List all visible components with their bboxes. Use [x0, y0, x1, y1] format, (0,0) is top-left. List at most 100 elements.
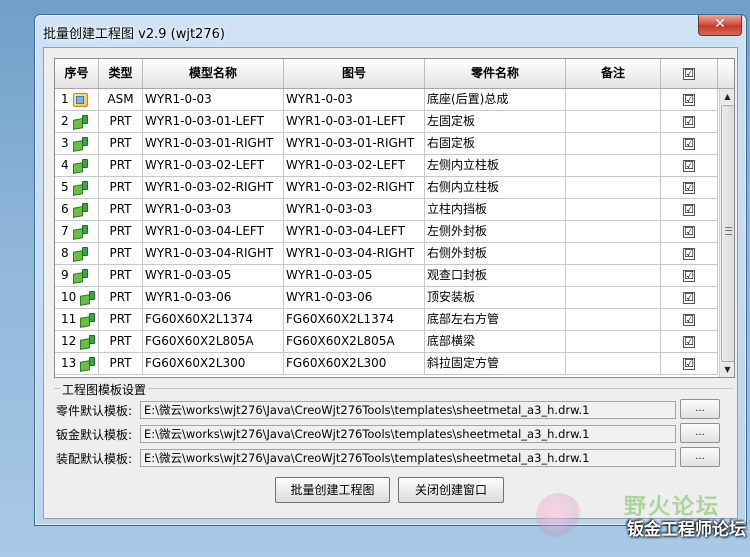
cell-note[interactable]	[566, 221, 661, 242]
col-header-select-all[interactable]: ☑	[661, 59, 718, 88]
cell-model-name[interactable]: FG60X60X2L805A	[143, 331, 284, 352]
cell-model-name[interactable]: FG60X60X2L1374	[143, 309, 284, 330]
scroll-up-arrow-icon[interactable]: ▲	[720, 89, 734, 104]
batch-create-button[interactable]: 批量创建工程图	[275, 477, 390, 503]
cell-drawing-number[interactable]: WYR1-0-03-02-RIGHT	[284, 177, 425, 198]
row-checkbox[interactable]: ☑	[683, 137, 695, 150]
cell-model-name[interactable]: WYR1-0-03-01-RIGHT	[143, 133, 284, 154]
part-template-browse-button[interactable]: ...	[680, 399, 720, 419]
title-bar[interactable]: 批量创建工程图 v2.9 (wjt276) ✕	[35, 15, 746, 49]
row-checkbox[interactable]: ☑	[683, 357, 695, 370]
table-row[interactable]: 13 PRT FG60X60X2L300 FG60X60X2L300 斜拉固定方管 ☑	[55, 353, 718, 375]
cell-drawing-number[interactable]: WYR1-0-03-05	[284, 265, 425, 286]
table-row[interactable]: 2 PRT WYR1-0-03-01-LEFT WYR1-0-03-01-LEFT 左固…	[55, 111, 718, 133]
table-row[interactable]: 6 PRT WYR1-0-03-03 WYR1-0-03-03 立柱内挡板 ☑	[55, 199, 718, 221]
cell-note[interactable]	[566, 177, 661, 198]
cell-part-name[interactable]: 观查口封板	[425, 265, 566, 286]
cell-drawing-number[interactable]: WYR1-0-03-01-RIGHT	[284, 133, 425, 154]
cell-part-name[interactable]: 底座(后置)总成	[425, 89, 566, 110]
cell-note[interactable]	[566, 111, 661, 132]
col-header-part-name[interactable]: 零件名称	[425, 59, 566, 88]
cell-note[interactable]	[566, 133, 661, 154]
row-checkbox[interactable]: ☑	[683, 115, 695, 128]
cell-note[interactable]	[566, 89, 661, 110]
cell-note[interactable]	[566, 309, 661, 330]
cell-part-name[interactable]: 左侧内立柱板	[425, 155, 566, 176]
sheetmetal-template-field[interactable]: E:\微云\works\wjt276\Java\CreoWjt276Tools\…	[140, 425, 676, 443]
cell-part-name[interactable]: 右固定板	[425, 133, 566, 154]
cell-part-name[interactable]: 左侧外封板	[425, 221, 566, 242]
row-checkbox[interactable]: ☑	[683, 291, 695, 304]
cell-note[interactable]	[566, 199, 661, 220]
cell-note[interactable]	[566, 331, 661, 352]
cell-note[interactable]	[566, 287, 661, 308]
cell-drawing-number[interactable]: WYR1-0-03-03	[284, 199, 425, 220]
cell-model-name[interactable]: WYR1-0-03-02-LEFT	[143, 155, 284, 176]
close-window-button[interactable]: ✕	[698, 15, 742, 36]
cell-model-name[interactable]: WYR1-0-03-01-LEFT	[143, 111, 284, 132]
vertical-scrollbar[interactable]: ▲ ▼	[719, 89, 734, 377]
assembly-template-browse-button[interactable]: ...	[680, 447, 720, 467]
cell-part-name[interactable]: 底部左右方管	[425, 309, 566, 330]
table-row[interactable]: 5 PRT WYR1-0-03-02-RIGHT WYR1-0-03-02-RIGHT…	[55, 177, 718, 199]
cell-note[interactable]	[566, 265, 661, 286]
cell-model-name[interactable]: WYR1-0-03-04-RIGHT	[143, 243, 284, 264]
cell-model-name[interactable]: WYR1-0-03-05	[143, 265, 284, 286]
row-checkbox[interactable]: ☑	[683, 225, 695, 238]
cell-model-name[interactable]: WYR1-0-03	[143, 89, 284, 110]
cell-model-name[interactable]: WYR1-0-03-03	[143, 199, 284, 220]
close-create-window-button[interactable]: 关闭创建窗口	[398, 477, 504, 503]
cell-drawing-number[interactable]: WYR1-0-03-06	[284, 287, 425, 308]
row-checkbox[interactable]: ☑	[683, 269, 695, 282]
cell-drawing-number[interactable]: WYR1-0-03	[284, 89, 425, 110]
table-row[interactable]: 10 PRT WYR1-0-03-06 WYR1-0-03-06 顶安装板 ☑	[55, 287, 718, 309]
select-all-checkbox[interactable]: ☑	[683, 67, 695, 80]
cell-part-name[interactable]: 斜拉固定方管	[425, 353, 566, 374]
cell-part-name[interactable]: 顶安装板	[425, 287, 566, 308]
cell-model-name[interactable]: WYR1-0-03-06	[143, 287, 284, 308]
cell-drawing-number[interactable]: FG60X60X2L1374	[284, 309, 425, 330]
row-checkbox[interactable]: ☑	[683, 313, 695, 326]
cell-drawing-number[interactable]: WYR1-0-03-01-LEFT	[284, 111, 425, 132]
row-checkbox[interactable]: ☑	[683, 335, 695, 348]
row-checkbox[interactable]: ☑	[683, 203, 695, 216]
cell-model-name[interactable]: WYR1-0-03-02-RIGHT	[143, 177, 284, 198]
cell-note[interactable]	[566, 155, 661, 176]
assembly-template-field[interactable]: E:\微云\works\wjt276\Java\CreoWjt276Tools\…	[140, 449, 676, 467]
col-header-type[interactable]: 类型	[99, 59, 143, 88]
cell-drawing-number[interactable]: WYR1-0-03-02-LEFT	[284, 155, 425, 176]
cell-drawing-number[interactable]: FG60X60X2L805A	[284, 331, 425, 352]
table-row[interactable]: 1 ASM WYR1-0-03 WYR1-0-03 底座(后置)总成 ☑	[55, 89, 718, 111]
cell-note[interactable]	[566, 353, 661, 374]
col-header-note[interactable]: 备注	[566, 59, 661, 88]
cell-drawing-number[interactable]: WYR1-0-03-04-LEFT	[284, 221, 425, 242]
table-row[interactable]: 7 PRT WYR1-0-03-04-LEFT WYR1-0-03-04-LEFT 左侧…	[55, 221, 718, 243]
cell-drawing-number[interactable]: WYR1-0-03-04-RIGHT	[284, 243, 425, 264]
table-row[interactable]: 11 PRT FG60X60X2L1374 FG60X60X2L1374 底部左右方管 ☑	[55, 309, 718, 331]
cell-part-name[interactable]: 右侧外封板	[425, 243, 566, 264]
row-checkbox[interactable]: ☑	[683, 93, 695, 106]
col-header-drawing-number[interactable]: 图号	[284, 59, 425, 88]
cell-part-name[interactable]: 右侧内立柱板	[425, 177, 566, 198]
cell-part-name[interactable]: 左固定板	[425, 111, 566, 132]
row-checkbox[interactable]: ☑	[683, 181, 695, 194]
col-header-index[interactable]: 序号	[55, 59, 99, 88]
row-checkbox[interactable]: ☑	[683, 247, 695, 260]
table-row[interactable]: 8 PRT WYR1-0-03-04-RIGHT WYR1-0-03-04-RIGHT…	[55, 243, 718, 265]
part-template-field[interactable]: E:\微云\works\wjt276\Java\CreoWjt276Tools\…	[140, 401, 676, 419]
scroll-thumb[interactable]	[721, 105, 734, 362]
col-header-model-name[interactable]: 模型名称	[143, 59, 284, 88]
table-row[interactable]: 4 PRT WYR1-0-03-02-LEFT WYR1-0-03-02-LEFT 左侧…	[55, 155, 718, 177]
row-checkbox[interactable]: ☑	[683, 159, 695, 172]
table-row[interactable]: 9 PRT WYR1-0-03-05 WYR1-0-03-05 观查口封板 ☑	[55, 265, 718, 287]
cell-part-name[interactable]: 底部横梁	[425, 331, 566, 352]
cell-note[interactable]	[566, 243, 661, 264]
cell-part-name[interactable]: 立柱内挡板	[425, 199, 566, 220]
table-row[interactable]: 12 PRT FG60X60X2L805A FG60X60X2L805A 底部横梁 ☑	[55, 331, 718, 353]
cell-model-name[interactable]: FG60X60X2L300	[143, 353, 284, 374]
scroll-down-arrow-icon[interactable]: ▼	[720, 362, 734, 377]
cell-drawing-number[interactable]: FG60X60X2L300	[284, 353, 425, 374]
sheetmetal-template-browse-button[interactable]: ...	[680, 423, 720, 443]
cell-model-name[interactable]: WYR1-0-03-04-LEFT	[143, 221, 284, 242]
table-row[interactable]: 3 PRT WYR1-0-03-01-RIGHT WYR1-0-03-01-RIGHT…	[55, 133, 718, 155]
